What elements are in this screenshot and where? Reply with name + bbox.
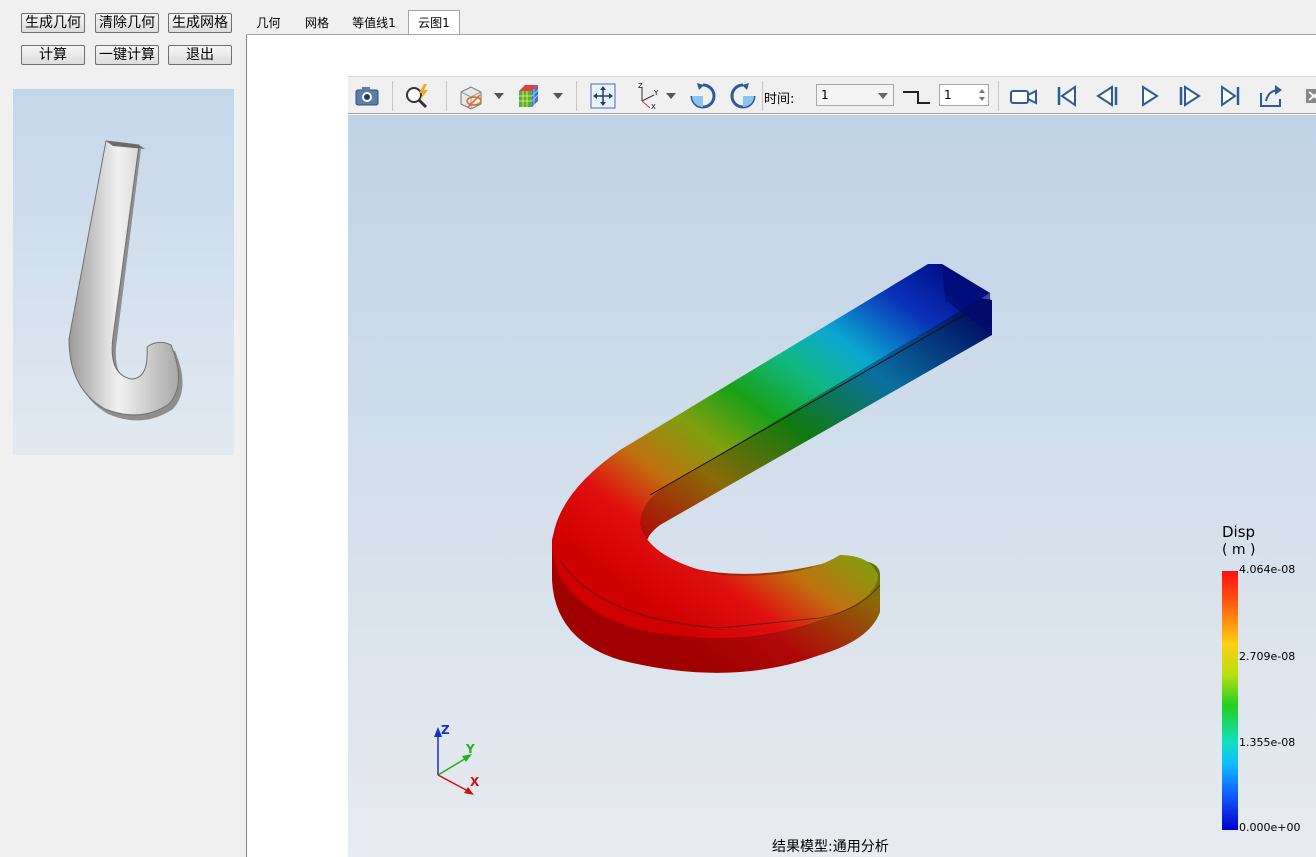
generate-mesh-button[interactable]: 生成网格 xyxy=(168,13,232,33)
time-label: 时间: xyxy=(764,92,795,107)
geometry-preview xyxy=(13,89,234,455)
legend-tick: 1.355e-08 xyxy=(1239,736,1296,749)
legend-unit: ( m ) xyxy=(1222,542,1256,558)
toolbar-separator xyxy=(998,81,999,111)
tab-contour-line[interactable]: 等值线1 xyxy=(344,12,404,35)
rotate-ccw-icon[interactable] xyxy=(728,81,758,111)
step-icon xyxy=(900,81,930,111)
svg-text:Z: Z xyxy=(638,82,643,90)
generate-geometry-button[interactable]: 生成几何 xyxy=(21,13,85,33)
legend-tick-max: 4.064e-08 xyxy=(1239,563,1296,576)
hook-preview-image xyxy=(68,140,183,421)
query-icon[interactable] xyxy=(402,81,432,111)
legend-title: Disp xyxy=(1222,523,1256,541)
compute-button[interactable]: 计算 xyxy=(21,45,85,65)
chevron-down-icon xyxy=(878,93,888,99)
tab-geometry[interactable]: 几何 xyxy=(246,12,291,35)
legend-color-bar xyxy=(1222,571,1238,830)
svg-text:X: X xyxy=(651,103,656,111)
tab-mesh[interactable]: 网格 xyxy=(293,12,341,35)
next-frame-icon[interactable] xyxy=(1175,81,1205,111)
rotate-cw-icon[interactable] xyxy=(688,81,718,111)
toolbar-separator xyxy=(446,81,447,111)
last-frame-icon[interactable] xyxy=(1216,81,1246,111)
clear-geometry-button[interactable]: 清除几何 xyxy=(95,13,159,33)
first-frame-icon[interactable] xyxy=(1051,81,1081,111)
step-spinbox[interactable]: 1 xyxy=(939,84,989,106)
render-viewport[interactable]: Z Y X xyxy=(348,115,1316,857)
status-text: 结果模型:通用分析 xyxy=(772,839,889,855)
record-icon[interactable] xyxy=(1008,81,1038,111)
legend-tick: 2.709e-08 xyxy=(1239,650,1296,663)
color-cube-icon[interactable] xyxy=(514,81,544,111)
axis-view-icon[interactable]: Z YX xyxy=(632,81,662,111)
export-icon[interactable] xyxy=(1256,81,1286,111)
triad-y-label: Y xyxy=(465,742,475,756)
camera-icon[interactable] xyxy=(352,81,382,111)
time-select-value: 1 xyxy=(821,88,829,102)
toolbar-separator xyxy=(762,81,763,111)
toolbar-separator xyxy=(392,81,393,111)
time-select[interactable]: 1 xyxy=(816,84,894,106)
viewer-toolbar: Z YX 时间: 1 1 xyxy=(348,76,1316,114)
visibility-icon[interactable] xyxy=(456,81,486,111)
prev-frame-icon[interactable] xyxy=(1092,81,1122,111)
play-icon[interactable] xyxy=(1134,81,1164,111)
one-click-compute-button[interactable]: 一键计算 xyxy=(95,45,159,65)
step-spinbox-value: 1 xyxy=(944,88,952,102)
svg-text:Y: Y xyxy=(653,89,659,97)
triad-x-label: X xyxy=(470,775,480,789)
spin-down-icon[interactable] xyxy=(979,97,985,101)
color-dropdown-icon[interactable] xyxy=(553,93,563,99)
fit-view-icon[interactable] xyxy=(588,81,618,111)
axis-dropdown-icon[interactable] xyxy=(666,93,676,99)
overflow-icon[interactable] xyxy=(1300,81,1316,111)
axis-triad: Z Y X xyxy=(434,723,480,795)
toolbar-separator xyxy=(576,81,577,111)
tab-cloud-map[interactable]: 云图1 xyxy=(408,10,460,35)
legend-tick-min: 0.000e+00 xyxy=(1239,821,1301,834)
exit-button[interactable]: 退出 xyxy=(168,45,232,65)
triad-z-label: Z xyxy=(441,723,450,737)
visibility-dropdown-icon[interactable] xyxy=(494,93,504,99)
spin-up-icon[interactable] xyxy=(979,89,985,93)
